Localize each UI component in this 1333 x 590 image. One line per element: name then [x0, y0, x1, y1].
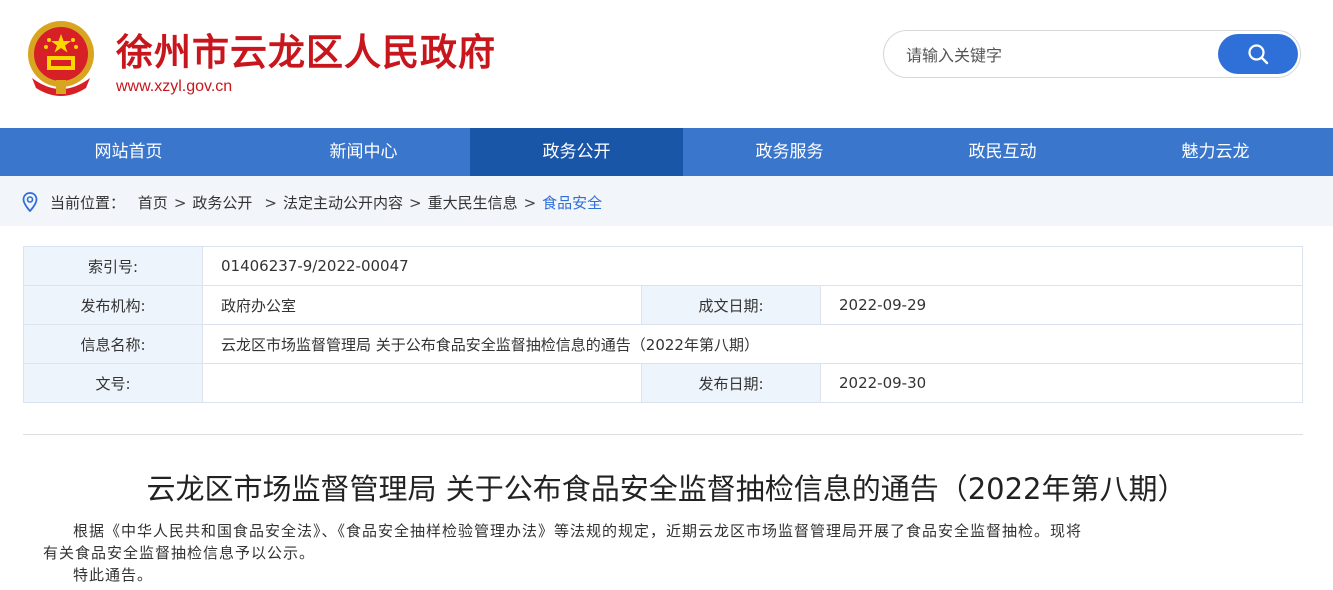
document-body: 根据《中华人民共和国食品安全法》、《食品安全抽样检验管理办法》等法规的规定，近期…	[43, 520, 1288, 586]
site-url[interactable]: www.xzyl.gov.cn	[116, 78, 232, 96]
breadcrumb-label: 当前位置：	[50, 194, 126, 212]
published-date-value: 2022-09-30	[820, 363, 1303, 403]
national-emblem-icon	[28, 21, 94, 96]
divider	[23, 434, 1303, 435]
nav-item-news[interactable]: 新闻中心	[257, 128, 470, 176]
site-title[interactable]: 徐州市云龙区人民政府	[116, 22, 496, 76]
doc-number-label: 文号:	[23, 363, 203, 403]
paragraph-line: 根据《中华人民共和国食品安全法》、《食品安全抽样检验管理办法》等法规的规定，近期…	[73, 522, 1083, 540]
search-box	[883, 30, 1301, 78]
main-nav: 网站首页 新闻中心 政务公开 政务服务 政民互动 魅力云龙	[0, 128, 1333, 176]
index-value: 01406237-9/2022-00047	[202, 246, 1303, 286]
paragraph-closing: 特此通告。	[73, 566, 154, 584]
publisher-value: 政府办公室	[202, 285, 642, 325]
nav-item-government-affairs[interactable]: 政务公开	[470, 128, 683, 176]
breadcrumb-government-affairs[interactable]: 政务公开	[192, 194, 252, 212]
published-date-label: 发布日期:	[641, 363, 821, 403]
nav-item-services[interactable]: 政务服务	[683, 128, 896, 176]
table-row: 文号: 发布日期: 2022-09-30	[23, 363, 1303, 403]
nav-item-interaction[interactable]: 政民互动	[896, 128, 1109, 176]
index-label: 索引号:	[23, 246, 203, 286]
breadcrumb: 当前位置： 首页 > 政务公开 > 法定主动公开内容 > 重大民生信息 > 食品安全	[0, 176, 1333, 226]
breadcrumb-separator: >	[523, 194, 537, 212]
breadcrumb-separator: >	[264, 194, 277, 212]
location-pin-icon	[22, 192, 38, 212]
nav-item-home[interactable]: 网站首页	[0, 128, 257, 176]
created-date-value: 2022-09-29	[820, 285, 1303, 325]
breadcrumb-separator: >	[173, 194, 187, 212]
nav-item-charm-yunlong[interactable]: 魅力云龙	[1109, 128, 1322, 176]
document-title: 云龙区市场监督管理局 关于公布食品安全监督抽检信息的通告（2022年第八期）	[146, 472, 1187, 506]
search-button[interactable]	[1218, 34, 1298, 74]
paragraph-line: 有关食品安全监督抽检信息予以公示。	[43, 544, 316, 562]
table-row: 信息名称: 云龙区市场监督管理局 关于公布食品安全监督抽检信息的通告（2022年…	[23, 324, 1303, 364]
info-name-label: 信息名称:	[23, 324, 203, 364]
table-row: 索引号: 01406237-9/2022-00047	[23, 246, 1303, 286]
metadata-table: 索引号: 01406237-9/2022-00047 发布机构: 政府办公室 成…	[23, 246, 1303, 403]
breadcrumb-livelihood-info[interactable]: 重大民生信息	[428, 194, 518, 212]
search-input[interactable]	[904, 43, 1208, 67]
breadcrumb-statutory-content[interactable]: 法定主动公开内容	[283, 194, 403, 212]
table-row: 发布机构: 政府办公室 成文日期: 2022-09-29	[23, 285, 1303, 325]
publisher-label: 发布机构:	[23, 285, 203, 325]
created-date-label: 成文日期:	[641, 285, 821, 325]
breadcrumb-home[interactable]: 首页	[138, 194, 168, 212]
breadcrumb-separator: >	[409, 194, 422, 212]
info-name-value: 云龙区市场监督管理局 关于公布食品安全监督抽检信息的通告（2022年第八期）	[202, 324, 1303, 364]
search-icon	[1248, 44, 1269, 65]
site-header: 徐州市云龙区人民政府 www.xzyl.gov.cn	[0, 0, 1333, 128]
doc-number-value	[202, 363, 642, 403]
breadcrumb-current[interactable]: 食品安全	[542, 194, 602, 212]
